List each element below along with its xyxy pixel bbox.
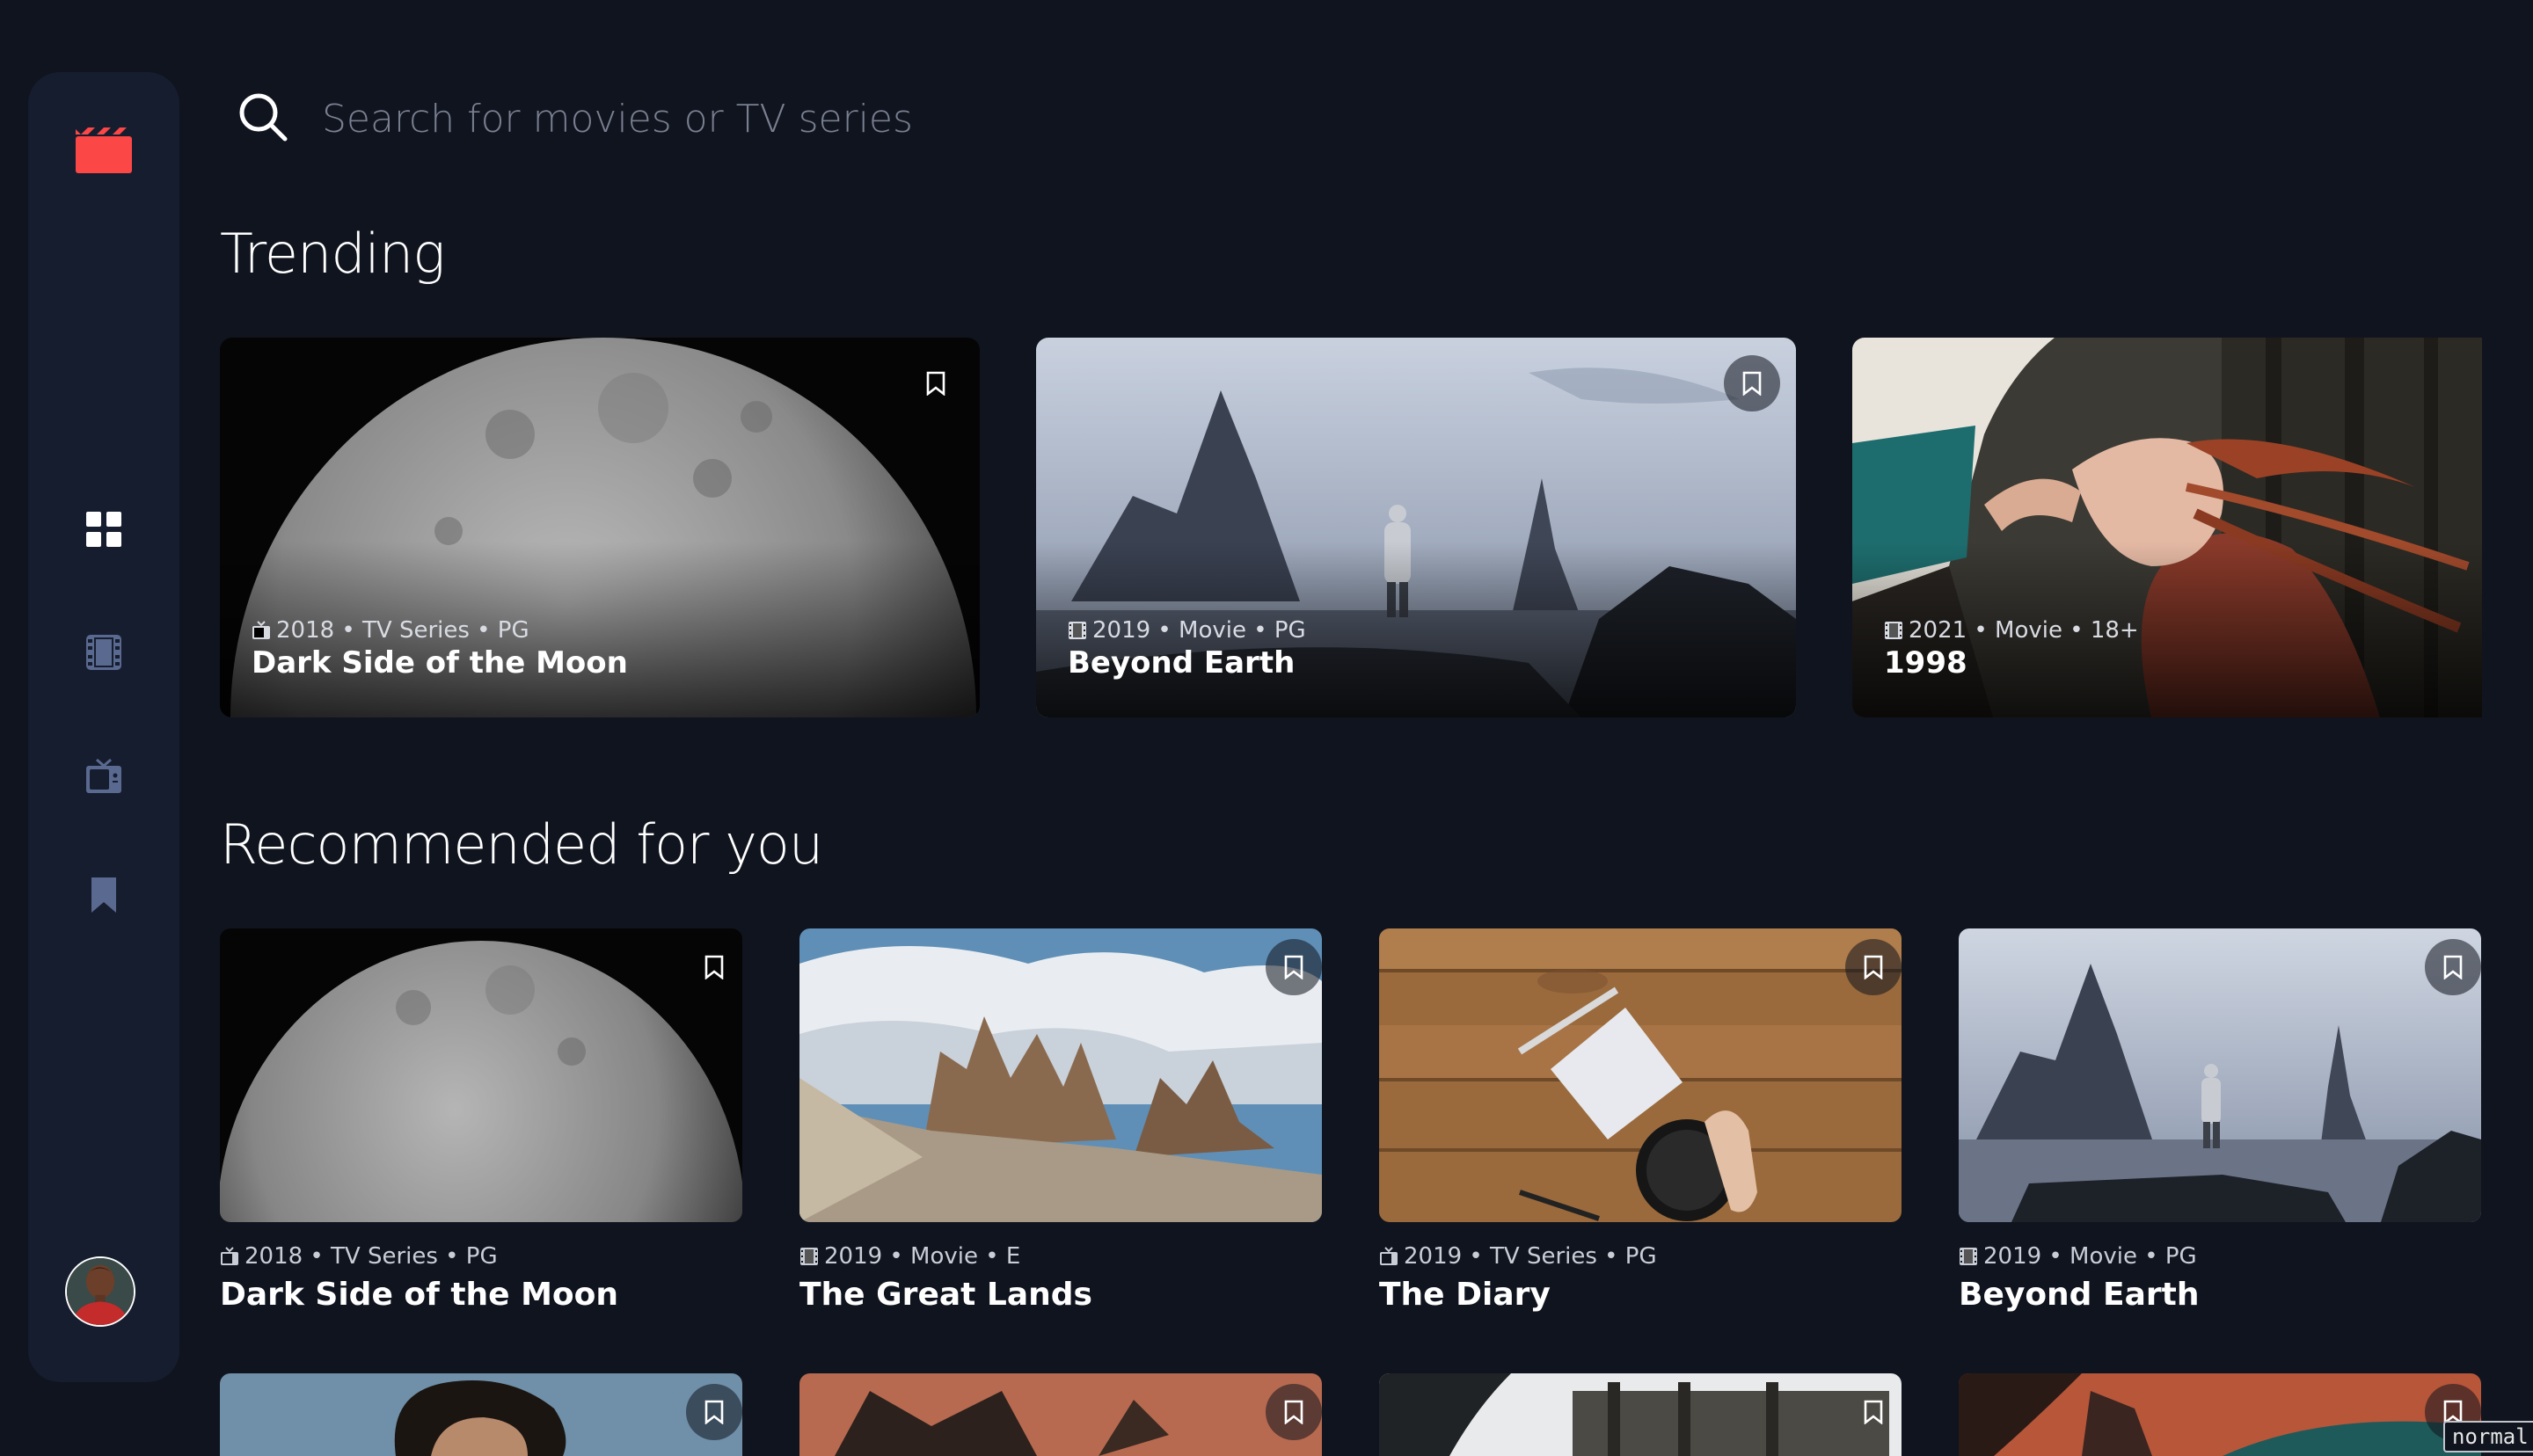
bookmark-outline-icon [704, 955, 724, 979]
card-meta: 2019 • Movie • E [799, 1243, 1020, 1270]
recommended-card[interactable]: 2019 • TV Series • PG The Diary [1379, 928, 1902, 1333]
card-thumbnail [1959, 928, 2481, 1222]
recommended-card[interactable]: 2019 • Movie • E The Great Lands [799, 928, 1322, 1333]
recommended-card[interactable]: 2018 • TV Series • PG Dark Side of the M… [220, 928, 742, 1333]
trending-card[interactable]: 2019 • Movie • PG Beyond Earth [1036, 338, 1796, 717]
user-avatar[interactable] [65, 1256, 135, 1327]
bookmark-outline-icon [1742, 371, 1762, 396]
bookmark-button[interactable] [1266, 1384, 1322, 1440]
bookmark-button[interactable] [2425, 939, 2481, 995]
tv-icon [252, 621, 270, 639]
card-title: Dark Side of the Moon [252, 645, 628, 681]
film-icon [1069, 622, 1086, 639]
trending-card[interactable]: 2021 • Movie • 18+ 1998 [1852, 338, 2482, 717]
bookmark-outline-icon [926, 371, 945, 396]
card-thumbnail [1379, 928, 1902, 1222]
sidebar [28, 72, 179, 1382]
film-icon [86, 635, 121, 670]
card-thumbnail [1959, 1373, 2481, 1456]
recommended-card[interactable] [1959, 1373, 2481, 1456]
nav-home[interactable] [86, 512, 121, 547]
thumbnail-cat [799, 1373, 1322, 1456]
bookmark-outline-icon [1284, 1400, 1303, 1424]
card-meta: 2018 • TV Series • PG [252, 617, 529, 644]
recommended-heading: Recommended for you [220, 812, 823, 877]
grid-icon [86, 512, 121, 547]
search-input[interactable] [322, 88, 2345, 149]
card-title: The Great Lands [799, 1277, 1092, 1313]
tv-icon [221, 1247, 238, 1265]
thumbnail-road [1379, 1373, 1902, 1456]
avatar-image [67, 1258, 134, 1325]
bookmark-button[interactable] [1845, 1384, 1902, 1440]
nav-tv-series[interactable] [86, 758, 121, 793]
card-meta: 2021 • Movie • 18+ [1884, 617, 2139, 644]
nav-bookmarks[interactable] [86, 877, 121, 913]
card-title: Beyond Earth [1068, 645, 1296, 681]
card-meta: 2019 • TV Series • PG [1379, 1243, 1657, 1270]
recommended-card[interactable]: 2019 • Movie • PG Beyond Earth [1959, 928, 2481, 1333]
card-thumbnail [220, 1373, 742, 1456]
thumbnail-beyond-earth [1959, 928, 2481, 1222]
bookmark-outline-icon [1864, 955, 1883, 979]
card-thumbnail [1379, 1373, 1902, 1456]
nav-movies[interactable] [86, 635, 121, 670]
recommended-card[interactable] [220, 1373, 742, 1456]
thumbnail-great-lands [799, 928, 1322, 1222]
bookmark-icon [91, 877, 116, 913]
bookmark-button[interactable] [1845, 939, 1902, 995]
card-thumbnail [220, 928, 742, 1222]
bookmark-outline-icon [2443, 955, 2463, 979]
bookmark-button[interactable] [908, 355, 964, 411]
trending-heading: Trending [220, 222, 445, 286]
card-title: Dark Side of the Moon [220, 1277, 619, 1313]
card-title: 1998 [1884, 645, 1967, 681]
bookmark-button[interactable] [1266, 939, 1322, 995]
status-tag: normal [2443, 1421, 2533, 1452]
thumbnail-sunset [1959, 1373, 2481, 1456]
tv-icon [1380, 1247, 1398, 1265]
thumbnail-portrait [220, 1373, 742, 1456]
card-meta: 2018 • TV Series • PG [220, 1243, 498, 1270]
recommended-card[interactable] [799, 1373, 1322, 1456]
app-logo-icon[interactable] [76, 127, 132, 173]
bookmark-outline-icon [704, 1400, 724, 1424]
tv-icon [86, 758, 121, 793]
search-bar [236, 88, 2478, 149]
trending-card[interactable]: 2018 • TV Series • PG Dark Side of the M… [220, 338, 980, 717]
film-icon [800, 1248, 818, 1265]
card-thumbnail [799, 928, 1322, 1222]
card-meta: 2019 • Movie • PG [1068, 617, 1306, 644]
thumbnail-the-diary [1379, 928, 1902, 1222]
bookmark-outline-icon [1284, 955, 1303, 979]
film-icon [1885, 622, 1902, 639]
search-icon [239, 93, 288, 142]
bookmark-button[interactable] [1724, 355, 1780, 411]
thumbnail-moon [220, 928, 742, 1222]
film-icon [1960, 1248, 1977, 1265]
bookmark-outline-icon [1864, 1400, 1883, 1424]
bookmark-button[interactable] [686, 1384, 742, 1440]
bookmark-button[interactable] [686, 939, 742, 995]
card-title: Beyond Earth [1959, 1277, 2200, 1313]
recommended-card[interactable] [1379, 1373, 1902, 1456]
card-meta: 2019 • Movie • PG [1959, 1243, 2197, 1270]
card-title: The Diary [1379, 1277, 1551, 1313]
card-thumbnail [799, 1373, 1322, 1456]
